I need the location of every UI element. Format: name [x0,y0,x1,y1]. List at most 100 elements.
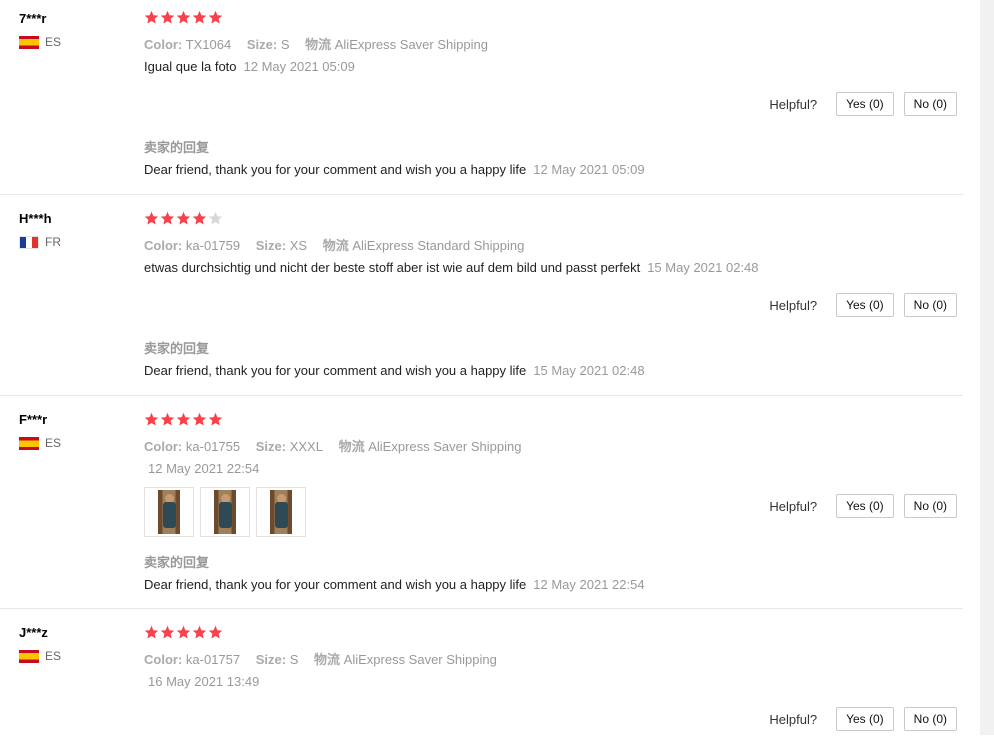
seller-reply-title: 卖家的回复 [144,140,210,155]
star-filled-icon [160,10,175,25]
shipping-value: AliExpress Saver Shipping [368,439,522,454]
star-filled-icon [176,10,191,25]
seller-reply-date: 12 May 2021 22:54 [533,577,645,592]
helpful-yes-button[interactable]: Yes (0) [836,293,894,317]
review-photo [270,490,292,534]
size-label: Size: [255,238,287,253]
color-label: Color: [144,37,183,52]
reviewer-name: F***r [19,412,48,427]
star-filled-icon [208,625,223,640]
review-date: 15 May 2021 02:48 [647,260,759,275]
size-value: XS [289,238,308,253]
review-photo [214,490,236,534]
helpful-vote: Helpful? Yes (0) No (0) [769,293,957,317]
star-filled-icon [192,10,207,25]
logistics-label: 物流 [322,238,349,253]
logistics-label: 物流 [314,652,341,667]
star-rating [144,10,223,25]
seller-reply-text: Dear friend, thank you for your comment … [144,363,527,378]
helpful-vote: Helpful? Yes (0) No (0) [769,707,957,731]
color-value: TX1064 [185,37,232,52]
helpful-yes-button[interactable]: Yes (0) [836,707,894,731]
seller-reply-date: 15 May 2021 02:48 [533,363,645,378]
reviewer-country: FR [19,234,61,250]
product-attributes: Color: ka-01759 Size: XS 物流 AliExpress S… [144,235,524,254]
scrollbar-track[interactable] [980,0,994,735]
helpful-no-button[interactable]: No (0) [903,92,957,116]
reviewer-country: ES [19,34,61,50]
size-label: Size: [255,439,287,454]
star-filled-icon [160,412,175,427]
seller-reply-date: 12 May 2021 05:09 [533,162,645,177]
review-item: 7***r ES Color: TX1064 Size: S 物流 AliExp… [0,0,963,195]
logistics-label: 物流 [305,37,332,52]
helpful-label: Helpful? [769,297,818,313]
shipping-value: AliExpress Standard Shipping [352,238,525,253]
color-value: ka-01755 [185,439,241,454]
review-text-line: 16 May 2021 13:49 [144,674,259,689]
review-date: 12 May 2021 22:54 [148,461,260,476]
shipping-value: AliExpress Saver Shipping [343,652,497,667]
review-photo-thumbnail[interactable] [200,487,250,537]
review-photo [158,490,180,534]
review-text: Igual que la foto [144,59,237,74]
review-photo-thumbnail[interactable] [256,487,306,537]
star-rating [144,211,223,226]
review-photos [144,487,306,537]
reviewer-name: H***h [19,211,52,226]
seller-reply: Dear friend, thank you for your comment … [144,363,645,378]
country-code: ES [45,649,62,663]
reviewer-country: ES [19,435,61,451]
star-filled-icon [176,412,191,427]
helpful-yes-button[interactable]: Yes (0) [836,92,894,116]
review-text: etwas durchsichtig und nicht der beste s… [144,260,641,275]
star-filled-icon [144,412,159,427]
color-label: Color: [144,238,183,253]
star-filled-icon [176,211,191,226]
size-value: XXXL [289,439,323,454]
product-attributes: Color: ka-01757 Size: S 物流 AliExpress Sa… [144,649,497,668]
seller-reply-text: Dear friend, thank you for your comment … [144,162,527,177]
spain-flag-icon [19,35,39,49]
helpful-label: Helpful? [769,96,818,112]
helpful-yes-button[interactable]: Yes (0) [836,494,894,518]
size-value: S [280,37,290,52]
helpful-label: Helpful? [769,711,818,727]
helpful-no-button[interactable]: No (0) [903,494,957,518]
country-code: FR [45,235,61,249]
review-text-line: etwas durchsichtig und nicht der beste s… [144,260,759,275]
color-label: Color: [144,439,183,454]
size-label: Size: [246,37,278,52]
helpful-label: Helpful? [769,498,818,514]
helpful-vote: Helpful? Yes (0) No (0) [769,494,957,518]
star-filled-icon [144,211,159,226]
country-code: ES [45,35,62,49]
reviewer-info: 7***r ES [19,10,61,50]
star-filled-icon [192,211,207,226]
spain-flag-icon [19,436,39,450]
color-value: ka-01759 [185,238,241,253]
color-value: ka-01757 [185,652,241,667]
seller-reply-title: 卖家的回复 [144,341,210,356]
seller-reply: Dear friend, thank you for your comment … [144,577,645,592]
review-item: F***r ES Color: ka-01755 Size: XXXL 物流 A… [0,396,963,609]
review-item: J***z ES Color: ka-01757 Size: S 物流 AliE… [0,609,963,749]
seller-reply: Dear friend, thank you for your comment … [144,162,645,177]
france-flag-icon [19,235,39,249]
star-rating [144,412,223,427]
star-filled-icon [208,412,223,427]
helpful-no-button[interactable]: No (0) [903,293,957,317]
country-code: ES [45,436,62,450]
product-attributes: Color: ka-01755 Size: XXXL 物流 AliExpress… [144,436,521,455]
star-filled-icon [160,625,175,640]
star-rating [144,625,223,640]
reviewer-info: J***z ES [19,624,61,664]
review-photo-thumbnail[interactable] [144,487,194,537]
star-filled-icon [144,625,159,640]
color-label: Color: [144,652,183,667]
star-filled-icon [144,10,159,25]
size-label: Size: [255,652,287,667]
review-text-line: 12 May 2021 22:54 [144,461,259,476]
review-date: 12 May 2021 05:09 [243,59,355,74]
helpful-no-button[interactable]: No (0) [903,707,957,731]
